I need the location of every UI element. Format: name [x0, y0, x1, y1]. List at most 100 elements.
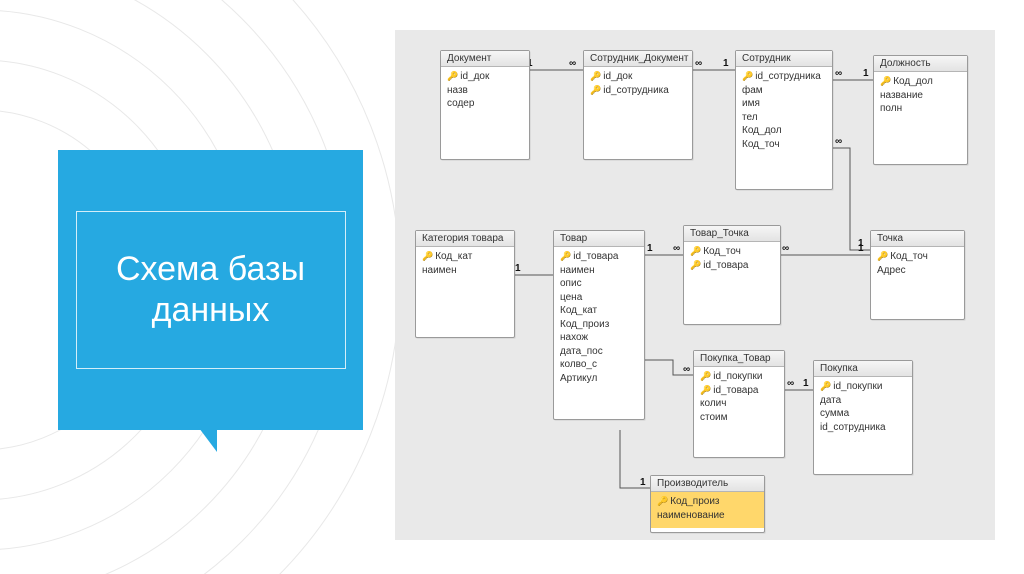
table-fields: 🔑id_товаранаименописценаКод_катКод_произ… — [554, 247, 644, 391]
rel-card-many: ∞ — [787, 378, 794, 389]
field: дата — [820, 394, 906, 408]
field: сумма — [820, 407, 906, 421]
table-manufacturer[interactable]: Производитель 🔑Код_произнаименование — [650, 475, 765, 533]
rel-card-many: ∞ — [782, 243, 789, 254]
table-fields: 🔑Код_долназваниеполн — [874, 72, 967, 122]
key-icon: 🔑 — [560, 251, 571, 261]
table-employee[interactable]: Сотрудник 🔑id_сотрудникафамимятелКод_дол… — [735, 50, 833, 190]
field: 🔑id_сотрудника — [742, 70, 826, 84]
rel-card-one: 1 — [863, 68, 869, 79]
table-category[interactable]: Категория товара 🔑Код_катнаимен — [415, 230, 515, 338]
rel-card-one: 1 — [858, 243, 864, 254]
field: стоим — [700, 411, 778, 425]
title-block: Схема базы данных — [58, 150, 363, 430]
key-icon: 🔑 — [590, 85, 601, 95]
field: 🔑id_сотрудника — [590, 84, 686, 98]
table-title: Точка — [871, 231, 964, 247]
rel-card-many: ∞ — [835, 68, 842, 79]
table-title: Производитель — [651, 476, 764, 492]
rel-card-many: ∞ — [695, 58, 702, 69]
db-schema-diagram: 1 ∞ ∞ 1 ∞ 1 ∞ 1 1 1 ∞ ∞ 1 ∞ ∞ 1 1 Докуме… — [395, 30, 995, 540]
field: Адрес — [877, 264, 958, 278]
key-icon: 🔑 — [590, 71, 601, 81]
field: 🔑Код_точ — [877, 250, 958, 264]
key-icon: 🔑 — [690, 246, 701, 256]
table-fields: 🔑id_сотрудникафамимятелКод_долКод_точ — [736, 67, 832, 157]
rel-card-many: ∞ — [569, 58, 576, 69]
table-product[interactable]: Товар 🔑id_товаранаименописценаКод_катКод… — [553, 230, 645, 420]
field: содер — [447, 97, 523, 111]
table-title: Товар_Точка — [684, 226, 780, 242]
table-fields: 🔑Код_точАдрес — [871, 247, 964, 283]
field: нахож — [560, 331, 638, 345]
field: 🔑Код_точ — [690, 245, 774, 259]
field: 🔑id_покупки — [820, 380, 906, 394]
field: опис — [560, 277, 638, 291]
key-icon: 🔑 — [447, 71, 458, 81]
rel-card-many: ∞ — [835, 136, 842, 147]
rel-card-many: ∞ — [683, 364, 690, 375]
key-icon: 🔑 — [877, 251, 888, 261]
key-icon: 🔑 — [880, 76, 891, 86]
callout-pointer-icon — [199, 428, 217, 452]
key-icon: 🔑 — [657, 496, 668, 506]
table-fields: 🔑id_покупкидатасуммаid_сотрудника — [814, 377, 912, 440]
field: цена — [560, 291, 638, 305]
field: 🔑id_покупки — [700, 370, 778, 384]
field: 🔑id_товара — [690, 259, 774, 273]
table-employee-document[interactable]: Сотрудник_Документ 🔑id_док🔑id_сотрудника — [583, 50, 693, 160]
field: тел — [742, 111, 826, 125]
field: имя — [742, 97, 826, 111]
table-fields: 🔑id_покупки🔑id_товараколичстоим — [694, 367, 784, 430]
field: название — [880, 89, 961, 103]
field: Код_дол — [742, 124, 826, 138]
rel-card-one: 1 — [515, 263, 521, 274]
table-title: Сотрудник_Документ — [584, 51, 692, 67]
table-title: Товар — [554, 231, 644, 247]
table-fields: 🔑id_докназвсодер — [441, 67, 529, 117]
field: Код_точ — [742, 138, 826, 152]
rel-card-many: ∞ — [673, 243, 680, 254]
field: 🔑Код_дол — [880, 75, 961, 89]
field: 🔑id_товара — [700, 384, 778, 398]
table-fields: 🔑Код_катнаимен — [416, 247, 514, 283]
rel-card-one: 1 — [723, 58, 729, 69]
table-document[interactable]: Документ 🔑id_докназвсодер — [440, 50, 530, 160]
table-purchase-product[interactable]: Покупка_Товар 🔑id_покупки🔑id_товараколич… — [693, 350, 785, 458]
table-position[interactable]: Должность 🔑Код_долназваниеполн — [873, 55, 968, 165]
field: 🔑Код_кат — [422, 250, 508, 264]
field: 🔑id_док — [447, 70, 523, 84]
field: наимен — [560, 264, 638, 278]
key-icon: 🔑 — [700, 385, 711, 395]
table-title: Документ — [441, 51, 529, 67]
table-title: Должность — [874, 56, 967, 72]
field: 🔑Код_произ — [657, 495, 758, 509]
rel-card-one: 1 — [803, 378, 809, 389]
rel-card-one: 1 — [640, 477, 646, 488]
key-icon: 🔑 — [700, 371, 711, 381]
field: 🔑id_товара — [560, 250, 638, 264]
field: Код_произ — [560, 318, 638, 332]
table-title: Сотрудник — [736, 51, 832, 67]
field: id_сотрудника — [820, 421, 906, 435]
field: назв — [447, 84, 523, 98]
key-icon: 🔑 — [742, 71, 753, 81]
table-product-point[interactable]: Товар_Точка 🔑Код_точ🔑id_товара — [683, 225, 781, 325]
table-title: Покупка_Товар — [694, 351, 784, 367]
table-purchase[interactable]: Покупка 🔑id_покупкидатасуммаid_сотрудник… — [813, 360, 913, 475]
table-fields: 🔑Код_точ🔑id_товара — [684, 242, 780, 278]
field: 🔑id_док — [590, 70, 686, 84]
field: полн — [880, 102, 961, 116]
field: наимен — [422, 264, 508, 278]
field: Код_кат — [560, 304, 638, 318]
slide: Схема базы данных 1 ∞ ∞ 1 ∞ 1 ∞ 1 1 — [0, 0, 1024, 574]
field: колич — [700, 397, 778, 411]
field: колво_с — [560, 358, 638, 372]
field: дата_пос — [560, 345, 638, 359]
slide-title: Схема базы данных — [76, 211, 346, 369]
table-title: Категория товара — [416, 231, 514, 247]
table-point[interactable]: Точка 🔑Код_точАдрес — [870, 230, 965, 320]
key-icon: 🔑 — [690, 260, 701, 270]
field: наименование — [657, 509, 758, 523]
field: Артикул — [560, 372, 638, 386]
